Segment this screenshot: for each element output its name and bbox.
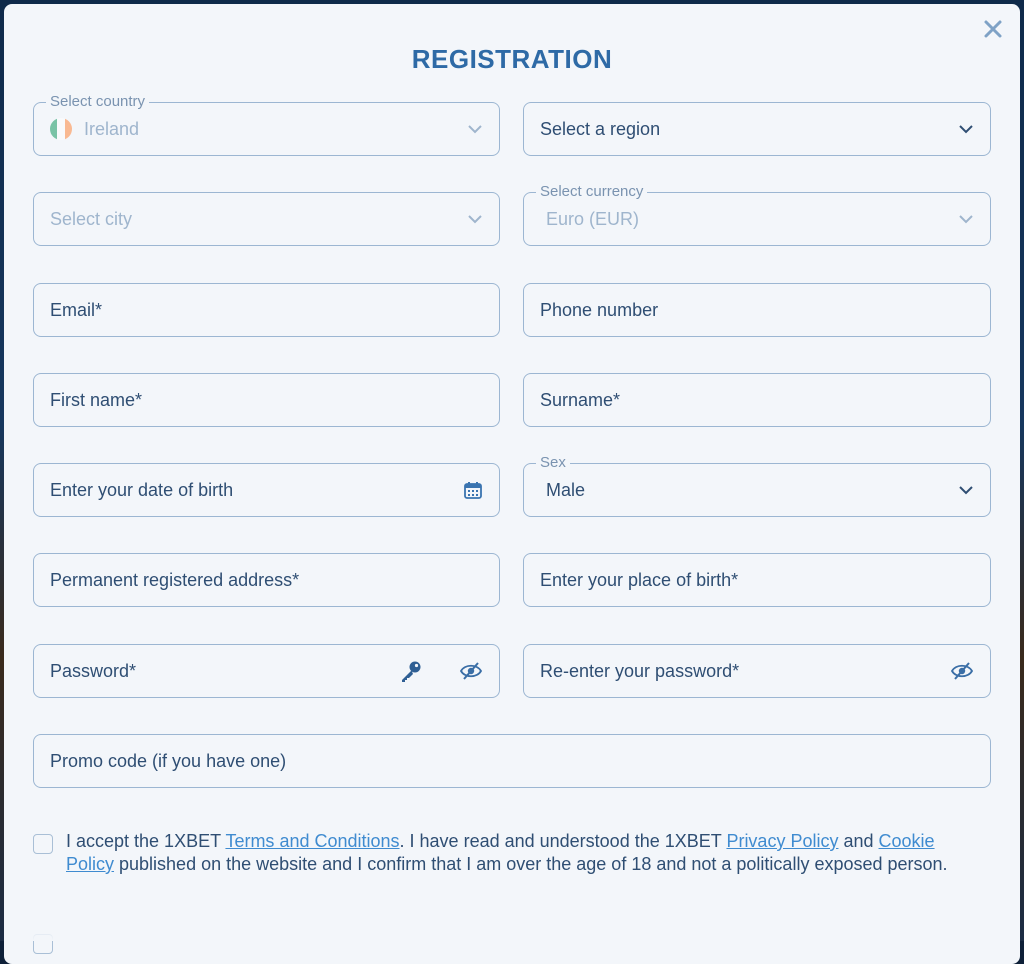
- ireland-flag-icon: [50, 118, 72, 140]
- scroll-fade: [4, 905, 1020, 941]
- privacy-policy-link[interactable]: Privacy Policy: [726, 831, 838, 851]
- eye-slash-icon[interactable]: [459, 661, 483, 681]
- password-confirm-field[interactable]: Re-enter your password*: [523, 644, 991, 698]
- chevron-down-icon: [958, 211, 974, 227]
- address-placeholder: Permanent registered address*: [50, 569, 300, 590]
- chevron-down-icon: [958, 482, 974, 498]
- city-select[interactable]: Select city: [33, 192, 500, 246]
- country-label: Select country: [46, 92, 150, 112]
- currency-select[interactable]: Select currency Euro (EUR): [523, 182, 991, 246]
- close-icon: [984, 20, 1002, 38]
- terms-consent-text: I accept the 1XBET Terms and Conditions.…: [66, 830, 983, 876]
- sex-select[interactable]: Sex Male: [523, 453, 991, 517]
- city-placeholder: Select city: [50, 208, 133, 229]
- phone-placeholder: Phone number: [540, 299, 659, 320]
- close-button[interactable]: [980, 16, 1006, 42]
- consent-text-part: . I have read and understood the 1XBET: [399, 831, 727, 851]
- chevron-down-icon: [467, 211, 483, 227]
- currency-value: Euro (EUR): [546, 208, 640, 229]
- key-icon[interactable]: [399, 659, 423, 683]
- terms-consent: I accept the 1XBET Terms and Conditions.…: [33, 830, 983, 876]
- consent-text-part: published on the website and I confirm t…: [114, 854, 948, 874]
- chevron-down-icon: [958, 121, 974, 137]
- date-of-birth-field[interactable]: Enter your date of birth: [33, 463, 500, 517]
- sex-value: Male: [546, 479, 586, 500]
- terms-checkbox[interactable]: [33, 834, 53, 854]
- sex-label: Sex: [536, 453, 570, 473]
- consent-text-part: I accept the 1XBET: [66, 831, 226, 851]
- password-field[interactable]: Password*: [33, 644, 500, 698]
- currency-label: Select currency: [536, 182, 648, 202]
- first-name-field[interactable]: First name*: [33, 373, 500, 427]
- phone-field[interactable]: Phone number: [523, 283, 991, 337]
- region-select[interactable]: Select a region: [523, 102, 991, 156]
- password-placeholder: Password*: [50, 660, 137, 681]
- terms-link[interactable]: Terms and Conditions: [225, 831, 399, 851]
- place-of-birth-placeholder: Enter your place of birth*: [540, 569, 739, 590]
- region-placeholder: Select a region: [540, 118, 661, 139]
- registration-dialog: REGISTRATION Select country Ireland Sele…: [4, 4, 1020, 964]
- promo-code-field[interactable]: Promo code (if you have one): [33, 734, 991, 788]
- country-select[interactable]: Select country Ireland: [33, 92, 500, 156]
- promo-placeholder: Promo code (if you have one): [50, 750, 287, 771]
- email-placeholder: Email*: [50, 299, 103, 320]
- dialog-title: REGISTRATION: [411, 44, 613, 74]
- first-name-placeholder: First name*: [50, 389, 143, 410]
- password-confirm-placeholder: Re-enter your password*: [540, 660, 740, 681]
- country-value: Ireland: [84, 118, 140, 139]
- calendar-icon[interactable]: [463, 480, 483, 500]
- address-field[interactable]: Permanent registered address*: [33, 553, 500, 607]
- surname-field[interactable]: Surname*: [523, 373, 991, 427]
- dob-placeholder: Enter your date of birth: [50, 479, 234, 500]
- place-of-birth-field[interactable]: Enter your place of birth*: [523, 553, 991, 607]
- consent-text-part: and: [838, 831, 879, 851]
- chevron-down-icon: [467, 121, 483, 137]
- surname-placeholder: Surname*: [540, 389, 621, 410]
- email-field[interactable]: Email*: [33, 283, 500, 337]
- eye-slash-icon[interactable]: [950, 661, 974, 681]
